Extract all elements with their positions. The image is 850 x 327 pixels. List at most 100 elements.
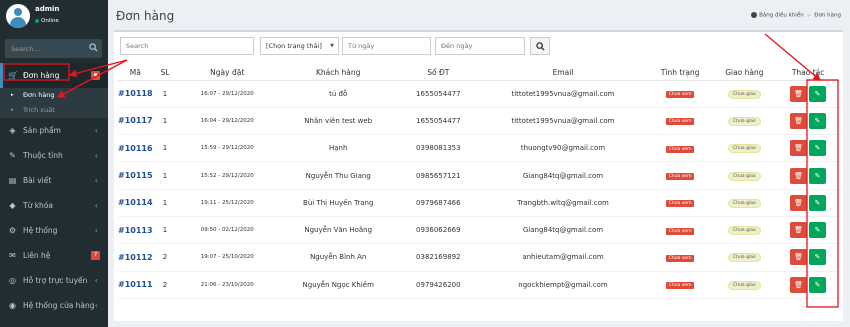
- sidebar-item-keywords[interactable]: ◆ Từ khóa ‹: [0, 193, 108, 218]
- actions-cell: 🗑 ✎: [777, 189, 839, 217]
- status-cell: Chưa xem: [648, 189, 712, 217]
- status-badge: Chưa xem: [665, 227, 695, 235]
- sidebar-item-orders[interactable]: 🛒 Đơn hàng ▪: [0, 63, 108, 88]
- col-header: Mã: [118, 66, 153, 81]
- to-date-input[interactable]: [435, 37, 525, 55]
- order-id-link[interactable]: #10114: [118, 189, 153, 217]
- delete-button[interactable]: 🗑: [790, 249, 808, 266]
- sidebar-item-system[interactable]: ⚙ Hệ thống ‹: [0, 218, 108, 243]
- shipping-cell: Chưa giao: [711, 134, 778, 163]
- delete-button[interactable]: 🗑: [790, 85, 808, 102]
- col-header: Số ĐT: [399, 66, 478, 81]
- user-name: admin: [35, 5, 60, 13]
- customer-cell: Bùi Thị Huyền Trang: [277, 189, 400, 217]
- shipping-cell: Chưa giao: [711, 243, 778, 272]
- delete-button[interactable]: 🗑: [790, 276, 808, 293]
- sidebar-item-stores[interactable]: ◉ Hệ thống cửa hàng ‹: [0, 293, 108, 318]
- submenu-orders: ▸ Đơn hàng ▸ Trích xuất: [0, 88, 108, 118]
- order-id-link[interactable]: #10115: [118, 161, 153, 190]
- sidebar-item-attributes[interactable]: ✎ Thuộc tính ‹: [0, 143, 108, 168]
- order-id-link[interactable]: #10118: [118, 80, 153, 108]
- breadcrumb-dashboard[interactable]: Bảng điều khiển: [759, 13, 804, 19]
- phone-cell: 0985657121: [399, 161, 478, 190]
- search-icon: [536, 42, 545, 51]
- chevron-right-icon: ▸: [11, 107, 14, 113]
- edit-button[interactable]: ✎: [809, 112, 827, 129]
- chevron-left-icon: ‹: [94, 176, 98, 185]
- trash-icon: 🗑: [794, 226, 804, 235]
- table-row: #10118 1 16:07 - 29/12/2020 tú đỗ 1655054477…: [118, 80, 839, 108]
- order-id-link[interactable]: #10112: [118, 243, 153, 272]
- email-cell: ngockhiempt@gmail.com: [477, 271, 649, 299]
- sidebar-item-posts[interactable]: ▤ Bài viết ‹: [0, 168, 108, 193]
- customer-cell: Nguyễn Văn Hoằng: [277, 216, 400, 245]
- shipping-badge: Chưa giao: [728, 144, 761, 154]
- subitem-export[interactable]: ▸ Trích xuất: [0, 103, 108, 118]
- trash-icon: 🗑: [794, 89, 804, 98]
- col-header: Giao hàng: [711, 66, 778, 81]
- email-cell: tittotet1995vnua@gmail.com: [477, 107, 649, 136]
- edit-button[interactable]: ✎: [809, 194, 827, 211]
- trash-icon: 🗑: [794, 171, 804, 180]
- phone-cell: 1655054477: [399, 80, 478, 108]
- delete-button[interactable]: 🗑: [790, 222, 808, 239]
- contact-badge: 7: [91, 251, 100, 260]
- phone-cell: 0398081353: [399, 134, 478, 163]
- quantity-cell: 1: [152, 107, 178, 136]
- edit-button[interactable]: ✎: [809, 140, 827, 157]
- order-date-cell: 19:11 - 25/12/2020: [177, 189, 278, 217]
- edit-icon: ✎: [814, 280, 821, 289]
- sidebar-item-label: Hệ thống cửa hàng: [23, 301, 95, 310]
- shipping-cell: Chưa giao: [711, 189, 778, 217]
- sidebar-item-products[interactable]: ◈ Sản phẩm ‹: [0, 118, 108, 143]
- col-header: Email: [477, 66, 649, 81]
- edit-button[interactable]: ✎: [809, 249, 827, 266]
- email-cell: anhieutam@gmail.com: [477, 243, 649, 272]
- order-id-link[interactable]: #10117: [118, 107, 153, 136]
- edit-button[interactable]: ✎: [809, 276, 827, 293]
- delete-button[interactable]: 🗑: [790, 112, 808, 129]
- table-row: #10112 2 19:07 - 25/10/2020 Nguyễn Bình An 0…: [118, 243, 839, 272]
- tags-icon: ✎: [9, 151, 16, 160]
- actions-cell: 🗑 ✎: [777, 161, 839, 190]
- edit-button[interactable]: ✎: [809, 85, 827, 102]
- order-id-link[interactable]: #10111: [118, 271, 153, 299]
- shipping-cell: Chưa giao: [711, 216, 778, 245]
- from-date-input[interactable]: [342, 37, 431, 55]
- status-cell: Chưa xem: [648, 161, 712, 190]
- subitem-label: Trích xuất: [23, 106, 55, 114]
- actions-cell: 🗑 ✎: [777, 107, 839, 136]
- subitem-orders[interactable]: ▸ Đơn hàng: [0, 88, 108, 103]
- edit-button[interactable]: ✎: [809, 222, 827, 239]
- search-icon[interactable]: [89, 43, 98, 52]
- sidebar-item-label: Bài viết: [23, 176, 52, 185]
- quantity-cell: 2: [152, 243, 178, 272]
- edit-button[interactable]: ✎: [809, 167, 827, 184]
- delete-button[interactable]: 🗑: [790, 167, 808, 184]
- status-badge: Chưa xem: [665, 200, 695, 208]
- status-badge: Chưa xem: [665, 282, 695, 290]
- order-id-link[interactable]: #10113: [118, 216, 153, 245]
- sidebar-search-input[interactable]: [5, 39, 85, 58]
- sidebar-item-support[interactable]: ◎ Hỗ trợ trực tuyến ‹: [0, 268, 108, 293]
- delete-button[interactable]: 🗑: [790, 140, 808, 157]
- sidebar-item-contact[interactable]: ✉ Liên hệ 7: [0, 243, 108, 268]
- status-cell: Chưa xem: [648, 216, 712, 245]
- status-cell: Chưa xem: [648, 80, 712, 108]
- shipping-badge: Chưa giao: [728, 226, 761, 236]
- phone-cell: 0979426200: [399, 271, 478, 299]
- avatar: [6, 4, 30, 28]
- quantity-cell: 1: [152, 134, 178, 163]
- search-button[interactable]: [530, 37, 550, 55]
- trash-icon: 🗑: [794, 253, 804, 262]
- chevron-left-icon: ‹: [94, 226, 98, 235]
- table-row: #10115 1 15:52 - 29/12/2020 Nguyễn Thu Gian…: [118, 161, 839, 190]
- delete-button[interactable]: 🗑: [790, 194, 808, 211]
- status-select[interactable]: [Chọn trạng thái] ▼: [260, 37, 339, 55]
- col-header: Ngày đặt: [177, 66, 278, 81]
- order-id-link[interactable]: #10116: [118, 134, 153, 163]
- search-input[interactable]: [120, 37, 254, 55]
- trash-icon: 🗑: [794, 116, 804, 125]
- chevron-left-icon: ‹: [94, 301, 98, 310]
- store-icon: ◉: [9, 301, 16, 310]
